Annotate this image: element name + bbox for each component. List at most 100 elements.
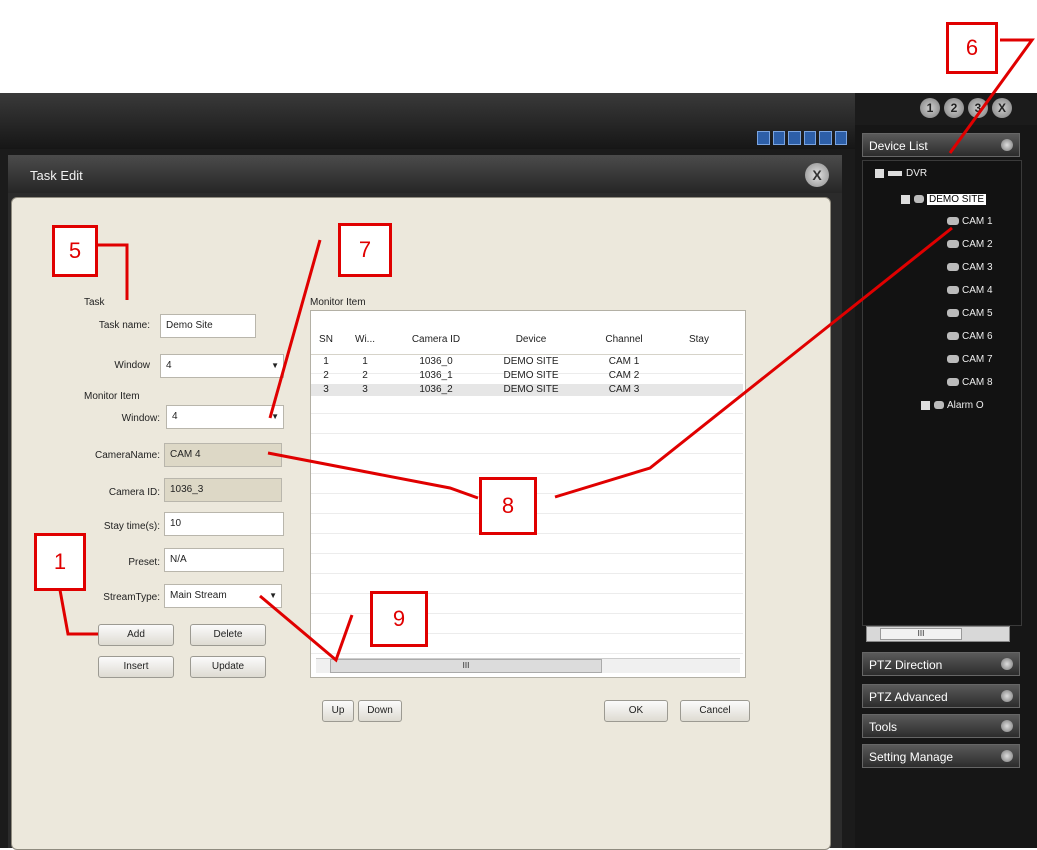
- device-list-header[interactable]: Device List: [862, 133, 1020, 157]
- cell-window: 2: [362, 370, 368, 381]
- cell-device: DEMO SITE: [503, 370, 559, 381]
- tree-node-cam-8[interactable]: CAM 8: [947, 376, 993, 390]
- ptz-direction-title: PTZ Direction: [869, 658, 943, 672]
- camera-icon: [947, 263, 959, 272]
- table-scroll-thumb[interactable]: III: [330, 659, 602, 673]
- ptz-direction-toggle-icon[interactable]: [1001, 658, 1013, 670]
- annotation-callout-6: 6: [946, 22, 998, 74]
- camera-icon: [947, 355, 959, 364]
- layout-1-icon[interactable]: [757, 131, 770, 145]
- site-icon: [914, 195, 924, 204]
- preset-input[interactable]: N/A: [164, 548, 284, 572]
- tree-node-cam-1[interactable]: CAM 1: [947, 215, 993, 229]
- update-button[interactable]: Update: [190, 656, 266, 678]
- ptz-direction-header[interactable]: PTZ Direction: [862, 652, 1020, 676]
- tools-header[interactable]: Tools: [862, 714, 1020, 738]
- expand-icon[interactable]: [921, 400, 930, 410]
- col-device[interactable]: Device: [483, 326, 579, 354]
- cell-device: DEMO SITE: [503, 384, 559, 395]
- window-select[interactable]: 4: [160, 354, 284, 378]
- add-button[interactable]: Add: [98, 624, 174, 646]
- annotation-callout-9: 9: [370, 591, 428, 647]
- cell-channel: CAM 1: [608, 356, 640, 367]
- tree-node-cam-3[interactable]: CAM 3: [947, 261, 993, 275]
- table-row-selected[interactable]: 3 3 1036_2 DEMO SITE CAM 3: [311, 384, 743, 396]
- mi-window-label: Window:: [121, 413, 160, 424]
- cell-window: 3: [362, 384, 368, 395]
- camera-icon: [947, 309, 959, 318]
- monitor-item-group-label: Monitor Item: [84, 391, 140, 402]
- task-name-input[interactable]: Demo Site: [160, 314, 256, 338]
- stay-time-label: Stay time(s):: [103, 521, 160, 532]
- tree-node-cam-5[interactable]: CAM 5: [947, 307, 993, 321]
- window-close-icon[interactable]: X: [992, 98, 1012, 118]
- col-channel[interactable]: Channel: [579, 326, 669, 354]
- cell-stay: [669, 384, 729, 396]
- stream-type-select[interactable]: Main Stream: [164, 584, 282, 608]
- camera-icon: [947, 217, 959, 226]
- view-layout-icons[interactable]: [757, 131, 847, 145]
- tree-node-cam-4[interactable]: CAM 4: [947, 284, 993, 298]
- dialog-close-icon[interactable]: X: [805, 163, 829, 187]
- annotation-callout-7: 7: [338, 223, 392, 277]
- insert-button[interactable]: Insert: [98, 656, 174, 678]
- dialog-title-bar[interactable]: [8, 155, 842, 193]
- layout-full-icon[interactable]: [819, 131, 832, 145]
- cell-sn: 3: [323, 384, 329, 395]
- col-window[interactable]: Wi...: [341, 326, 389, 354]
- ptz-advanced-toggle-icon[interactable]: [1001, 690, 1013, 702]
- down-button[interactable]: Down: [358, 700, 402, 722]
- tree-node-cam-2[interactable]: CAM 2: [947, 238, 993, 252]
- task-group-label: Task: [84, 297, 105, 308]
- stay-time-input[interactable]: 10: [164, 512, 284, 536]
- setting-manage-header[interactable]: Setting Manage: [862, 744, 1020, 768]
- camera-icon: [947, 240, 959, 249]
- col-sn[interactable]: SN: [311, 326, 341, 354]
- cancel-button[interactable]: Cancel: [680, 700, 750, 722]
- tree-node-cam-6[interactable]: CAM 6: [947, 330, 993, 344]
- tree-node-alarm[interactable]: Alarm O: [921, 399, 984, 413]
- col-stay[interactable]: Stay: [669, 326, 729, 354]
- layout-custom-icon[interactable]: [834, 131, 847, 145]
- camera-icon: [947, 332, 959, 341]
- layout-4-icon[interactable]: [772, 131, 785, 145]
- ok-button[interactable]: OK: [604, 700, 668, 722]
- tree-node-dvr[interactable]: DVR: [875, 167, 927, 181]
- tree-node-demo-site[interactable]: DEMO SITE: [901, 193, 987, 207]
- cell-channel: CAM 2: [608, 370, 640, 381]
- monitor-item-table-label: Monitor Item: [310, 297, 366, 308]
- layout-9-icon[interactable]: [788, 131, 801, 145]
- delete-button[interactable]: Delete: [190, 624, 266, 646]
- device-list-collapse-icon[interactable]: [1001, 139, 1013, 151]
- up-button[interactable]: Up: [322, 700, 354, 722]
- window-controls: 1 2 3 X: [920, 98, 1034, 124]
- device-list-title: Device List: [869, 139, 928, 153]
- mi-window-select[interactable]: 4: [166, 405, 284, 429]
- ptz-advanced-header[interactable]: PTZ Advanced: [862, 684, 1020, 708]
- layout-16-icon[interactable]: [803, 131, 816, 145]
- expand-icon[interactable]: [901, 194, 910, 204]
- camera-name-field: CAM 4: [164, 443, 282, 467]
- annotation-callout-5: 5: [52, 225, 98, 277]
- tools-toggle-icon[interactable]: [1001, 720, 1013, 732]
- cell-camera-id: 1036_2: [419, 384, 453, 395]
- expand-icon[interactable]: [875, 168, 884, 178]
- app-top-bar: [0, 93, 855, 149]
- camera-id-label: Camera ID:: [108, 487, 160, 498]
- device-tree[interactable]: DVR DEMO SITE CAM 1 CAM 2 CAM 3 CAM 4 CA…: [862, 160, 1022, 626]
- tools-title: Tools: [869, 720, 898, 734]
- cell-stay: [669, 356, 729, 368]
- window-control-1-icon[interactable]: 1: [920, 98, 940, 118]
- table-row[interactable]: 2 2 1036_1 DEMO SITE CAM 2: [311, 370, 743, 382]
- col-camera-id[interactable]: Camera ID: [389, 326, 483, 354]
- window-control-2-icon[interactable]: 2: [944, 98, 964, 118]
- setting-manage-toggle-icon[interactable]: [1001, 750, 1013, 762]
- table-row[interactable]: 1 1 1036_0 DEMO SITE CAM 1: [311, 356, 743, 368]
- tree-node-cam-7[interactable]: CAM 7: [947, 353, 993, 367]
- annotation-callout-8: 8: [479, 477, 537, 535]
- camera-icon: [947, 378, 959, 387]
- ptz-advanced-title: PTZ Advanced: [869, 690, 948, 704]
- window-control-3-icon[interactable]: 3: [968, 98, 988, 118]
- tree-scroll-thumb[interactable]: III: [880, 628, 962, 640]
- cell-device: DEMO SITE: [503, 356, 559, 367]
